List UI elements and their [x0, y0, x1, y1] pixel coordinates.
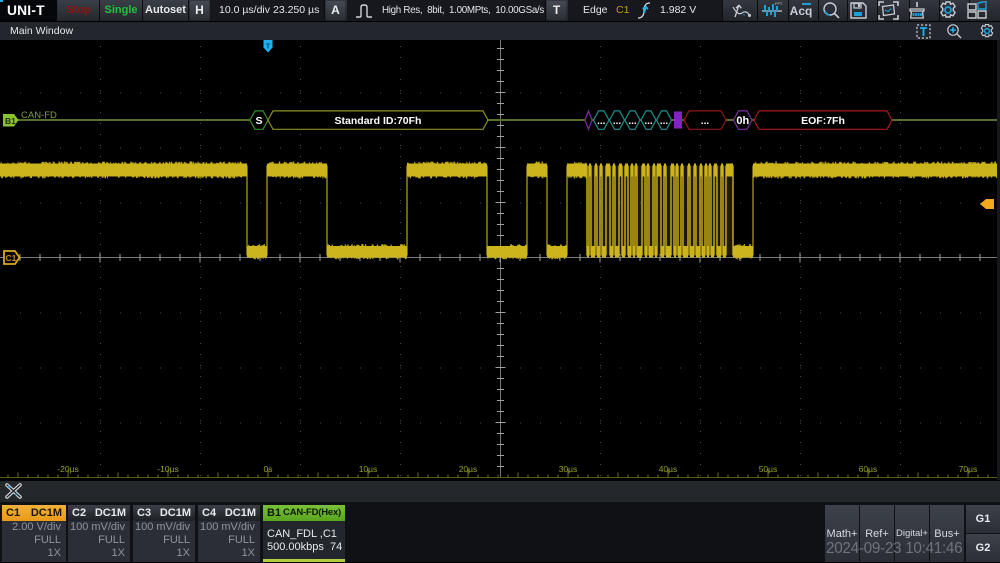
svg-text:C1: C1: [6, 253, 17, 263]
svg-text:0h: 0h: [736, 115, 749, 127]
svg-text:70µs: 70µs: [959, 464, 978, 474]
svg-text:50µs: 50µs: [759, 464, 778, 474]
svg-text:...: ...: [660, 116, 669, 127]
svg-text:S: S: [255, 115, 262, 127]
svg-text:40µs: 40µs: [659, 464, 678, 474]
svg-text:Standard ID:70Fh: Standard ID:70Fh: [335, 115, 422, 127]
svg-text:20µs: 20µs: [459, 464, 478, 474]
svg-text:B1: B1: [5, 116, 16, 126]
svg-text:10µs: 10µs: [359, 464, 378, 474]
svg-text:...: ...: [597, 116, 606, 127]
svg-text:T: T: [266, 42, 271, 51]
svg-text:...: ...: [628, 116, 637, 127]
svg-text:60µs: 60µs: [859, 464, 878, 474]
svg-text:Acq: Acq: [790, 4, 813, 18]
svg-text:-10µs: -10µs: [157, 464, 178, 474]
svg-text:30µs: 30µs: [559, 464, 578, 474]
svg-text:...: ...: [644, 116, 653, 127]
svg-text:FFT: FFT: [775, 1, 783, 6]
svg-text:CAN-FD: CAN-FD: [21, 110, 57, 121]
svg-text:...: ...: [701, 116, 710, 127]
svg-text:0s: 0s: [264, 464, 273, 474]
svg-text:EOF:7Fh: EOF:7Fh: [801, 115, 845, 127]
svg-text:...: ...: [613, 116, 622, 127]
svg-text:-20µs: -20µs: [57, 464, 78, 474]
